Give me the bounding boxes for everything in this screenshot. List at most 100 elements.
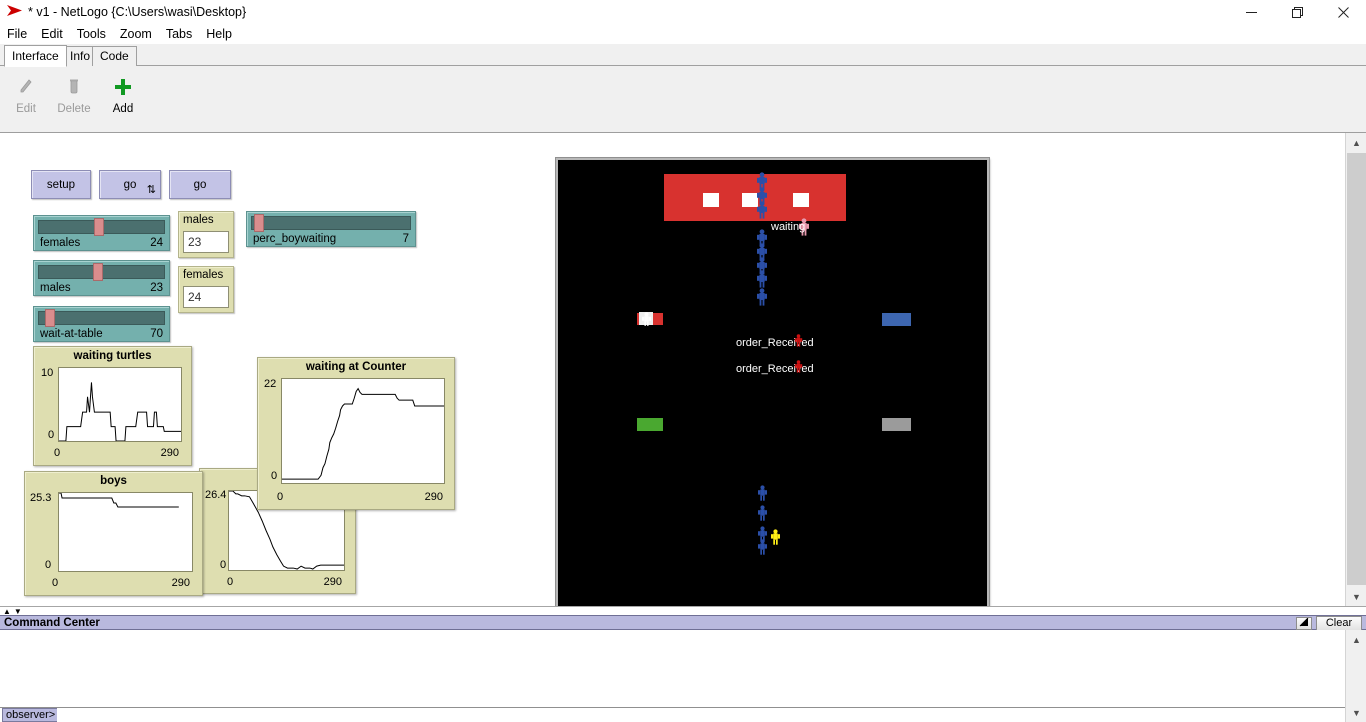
plot-waiting-at-counter-xmax: 290 bbox=[425, 491, 443, 503]
person-agent-yellow bbox=[770, 529, 781, 550]
slider-perc-boywaiting[interactable]: perc_boywaiting 7 bbox=[246, 211, 416, 247]
close-button[interactable] bbox=[1320, 0, 1366, 25]
clear-button[interactable]: Clear bbox=[1316, 616, 1362, 631]
plot-waiting-at-counter[interactable]: waiting at Counter 22 0 0 290 bbox=[257, 357, 455, 510]
setup-button-label: setup bbox=[47, 179, 75, 191]
expand-icon[interactable] bbox=[1296, 617, 1312, 630]
slider-females[interactable]: females 24 bbox=[33, 215, 170, 251]
plot-waiting-turtles-title: waiting turtles bbox=[34, 350, 191, 362]
register-3-patch bbox=[793, 193, 809, 207]
plot-boys-xmin: 0 bbox=[52, 577, 58, 589]
monitor-males-label: males bbox=[183, 214, 214, 226]
go-forever-button-label: go bbox=[124, 179, 137, 191]
command-center-vertical-scrollbar[interactable]: ▲ ▼ bbox=[1345, 630, 1366, 722]
plot-waiting-at-counter-ymax: 22 bbox=[264, 378, 276, 390]
menu-edit[interactable]: Edit bbox=[34, 25, 70, 44]
table-green-patch bbox=[637, 418, 663, 431]
slider-perc-boywaiting-track[interactable] bbox=[251, 216, 411, 230]
menu-tools[interactable]: Tools bbox=[70, 25, 113, 44]
menu-file[interactable]: File bbox=[0, 25, 34, 44]
menu-help[interactable]: Help bbox=[199, 25, 239, 44]
delete-button-label: Delete bbox=[57, 103, 90, 115]
world-view-canvas[interactable]: waiting bbox=[558, 160, 987, 606]
plot-fourth-xmin: 0 bbox=[227, 576, 233, 588]
plot-waiting-turtles-line bbox=[59, 368, 181, 441]
go-button-label: go bbox=[194, 179, 207, 191]
observer-prompt-label: observer> bbox=[2, 708, 59, 722]
netlogo-arrow-icon bbox=[6, 4, 24, 20]
table-blue-patch bbox=[882, 313, 911, 326]
delete-button[interactable]: Delete bbox=[50, 72, 98, 126]
slider-males-value: 23 bbox=[150, 282, 163, 294]
plot-boys-ymin: 0 bbox=[45, 559, 51, 571]
command-center-header: Command Center Clear bbox=[0, 615, 1366, 630]
interface-canvas: setup go ⇅ go females 24 males 23 wait-a… bbox=[0, 133, 1345, 606]
plot-boys-title: boys bbox=[25, 475, 202, 487]
minimize-button[interactable] bbox=[1228, 0, 1274, 25]
plot-boys-canvas bbox=[58, 492, 193, 572]
scroll-thumb[interactable] bbox=[1347, 153, 1366, 585]
plot-waiting-at-counter-canvas bbox=[281, 378, 445, 484]
person-agent-blue bbox=[757, 505, 768, 526]
command-center-output bbox=[0, 630, 1345, 708]
netlogo-window: * v1 - NetLogo {C:\Users\wasi\Desktop} F… bbox=[0, 0, 1366, 722]
slider-wait-at-table-thumb[interactable] bbox=[45, 309, 55, 327]
plot-fourth-xmax: 290 bbox=[324, 576, 342, 588]
window-title: * v1 - NetLogo {C:\Users\wasi\Desktop} bbox=[28, 4, 246, 20]
plot-fourth-ymin: 0 bbox=[220, 559, 226, 571]
interface-vertical-scrollbar[interactable]: ▲ ▼ bbox=[1345, 133, 1366, 606]
plot-fourth-ymax: 26.4 bbox=[205, 489, 226, 501]
add-button[interactable]: Add bbox=[99, 72, 147, 126]
plot-waiting-at-counter-title: waiting at Counter bbox=[258, 361, 454, 373]
slider-wait-at-table-value: 70 bbox=[150, 328, 163, 340]
register-1-patch bbox=[703, 193, 719, 207]
maximize-button[interactable] bbox=[1274, 0, 1320, 25]
interface-toolbar: Edit Delete Add abc Button slower ticks:… bbox=[0, 66, 1366, 133]
monitor-males[interactable]: males 23 bbox=[178, 211, 234, 258]
plot-waiting-turtles[interactable]: waiting turtles 10 0 0 290 bbox=[33, 346, 192, 466]
menu-bar: File Edit Tools Zoom Tabs Help bbox=[0, 25, 1366, 44]
plot-waiting-turtles-xmax: 290 bbox=[161, 447, 179, 459]
menu-tabs[interactable]: Tabs bbox=[159, 25, 199, 44]
slider-males-label: males bbox=[40, 282, 71, 294]
edit-button[interactable]: Edit bbox=[2, 72, 50, 126]
plot-waiting-at-counter-xmin: 0 bbox=[277, 491, 283, 503]
cc-scroll-up-icon[interactable]: ▲ bbox=[1346, 630, 1366, 649]
tab-interface[interactable]: Interface bbox=[4, 45, 67, 67]
monitor-females[interactable]: females 24 bbox=[178, 266, 234, 313]
plot-waiting-at-counter-line bbox=[282, 379, 444, 483]
menu-zoom[interactable]: Zoom bbox=[113, 25, 159, 44]
go-forever-button[interactable]: go ⇅ bbox=[99, 170, 161, 199]
slider-wait-at-table-track[interactable] bbox=[38, 311, 165, 325]
command-center-splitter[interactable]: ▲▼ bbox=[0, 606, 1366, 615]
plot-boys[interactable]: boys 25.3 0 0 290 bbox=[24, 471, 203, 596]
view-label-waiting: waiting bbox=[771, 221, 805, 233]
person-agent-blue bbox=[756, 288, 768, 311]
plot-waiting-turtles-ymin: 0 bbox=[48, 429, 54, 441]
setup-button[interactable]: setup bbox=[31, 170, 91, 199]
command-input[interactable] bbox=[57, 708, 1345, 722]
scroll-up-icon[interactable]: ▲ bbox=[1346, 133, 1366, 152]
slider-males[interactable]: males 23 bbox=[33, 260, 170, 296]
table-gray-patch bbox=[882, 418, 911, 431]
tab-strip: Interface Info Code bbox=[0, 44, 1366, 66]
cc-scroll-down-icon[interactable]: ▼ bbox=[1346, 703, 1366, 722]
person-agent-blue bbox=[757, 539, 768, 560]
slider-wait-at-table[interactable]: wait-at-table 70 bbox=[33, 306, 170, 342]
command-center-title: Command Center bbox=[4, 616, 100, 631]
world-view[interactable]: waiting bbox=[556, 158, 989, 606]
loop-icon: ⇅ bbox=[147, 183, 156, 196]
monitor-females-value: 24 bbox=[183, 286, 229, 308]
slider-wait-at-table-label: wait-at-table bbox=[40, 328, 103, 340]
slider-males-thumb[interactable] bbox=[93, 263, 103, 281]
slider-females-label: females bbox=[40, 237, 80, 249]
slider-females-thumb[interactable] bbox=[94, 218, 104, 236]
monitor-males-value: 23 bbox=[183, 231, 229, 253]
title-bar: * v1 - NetLogo {C:\Users\wasi\Desktop} bbox=[0, 0, 1366, 25]
tab-code[interactable]: Code bbox=[92, 46, 137, 66]
scroll-down-icon[interactable]: ▼ bbox=[1346, 587, 1366, 606]
person-agent-red bbox=[794, 360, 803, 379]
go-button[interactable]: go bbox=[169, 170, 231, 199]
plot-boys-xmax: 290 bbox=[172, 577, 190, 589]
slider-perc-boywaiting-thumb[interactable] bbox=[254, 214, 264, 232]
